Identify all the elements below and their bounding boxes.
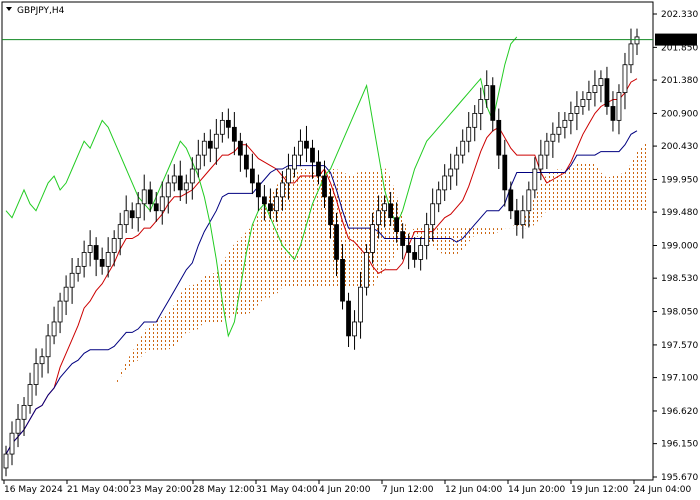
x-tick-label: 24 Jun 04:00 xyxy=(634,485,691,495)
y-tick-label: 197.100 xyxy=(661,374,698,384)
symbol-label: GBPJPY,H4 xyxy=(17,6,65,16)
y-tick-label: 201.380 xyxy=(661,76,698,86)
y-tick-label: 199.480 xyxy=(661,208,698,218)
y-tick-label: 195.670 xyxy=(661,473,698,483)
y-tick-label: 196.150 xyxy=(661,440,698,450)
y-tick-label: 199.950 xyxy=(661,175,698,185)
y-tick-label: 198.050 xyxy=(661,308,698,318)
x-tick-label: 4 Jun 20:00 xyxy=(319,485,371,495)
x-tick-label: 21 May 04:00 xyxy=(67,485,129,495)
chart-root: 202.330 201.850 201.380 200.900 200.430 199.9… xyxy=(0,0,700,500)
y-tick-label: 196.620 xyxy=(661,407,698,417)
x-tick-label: 28 May 12:00 xyxy=(193,485,255,495)
x-tick-label: 12 Jun 04:00 xyxy=(445,485,502,495)
y-tick-label: 197.570 xyxy=(661,341,698,351)
y-tick-label: 200.900 xyxy=(661,109,698,119)
y-tick-label: 202.330 xyxy=(661,10,698,20)
y-tick-label: 199.000 xyxy=(661,242,698,252)
x-tick-label: 19 Jun 12:00 xyxy=(571,485,628,495)
x-tick-label: 16 May 2024 xyxy=(4,485,63,495)
x-tick-label: 7 Jun 12:00 xyxy=(382,485,434,495)
y-tick-label: 200.430 xyxy=(661,142,698,152)
current-price-tag: 201.962 xyxy=(655,33,697,46)
price-tag-label: 201.962 xyxy=(659,36,696,46)
x-tick-label: 23 May 20:00 xyxy=(130,485,192,495)
x-tick-label: 14 Jun 20:00 xyxy=(508,485,565,495)
y-axis: 202.330201.850201.380200.900200.430199.9… xyxy=(653,10,698,483)
x-tick-label: 31 May 04:00 xyxy=(256,485,318,495)
y-tick-label: 198.530 xyxy=(661,274,698,284)
chart-svg: 202.330201.850201.380200.900200.430199.9… xyxy=(1,1,698,495)
x-axis: 16 May 2024 21 May 04:00 23 May 20:00 28 Ma… xyxy=(3,480,691,495)
